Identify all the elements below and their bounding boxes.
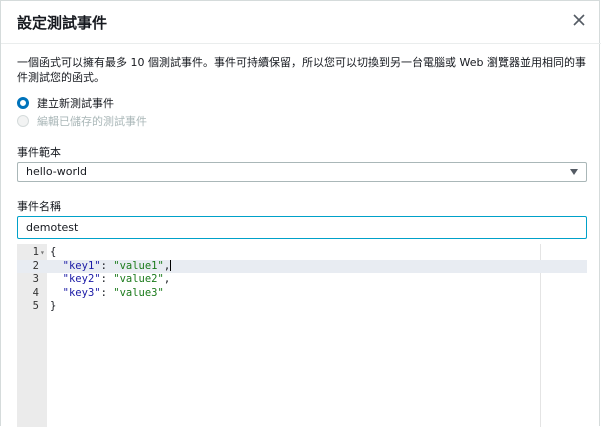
line-number: 5 (32, 300, 39, 312)
code-line[interactable]: 4 "key3": "value3" (17, 287, 587, 300)
code-text: } (50, 300, 57, 312)
line-number: 1 (32, 246, 39, 258)
create-new-event-option[interactable]: 建立新測試事件 (17, 95, 114, 111)
line-number: 2 (32, 259, 39, 272)
code-text: "key2": "value2", (62, 273, 171, 285)
event-template-label: 事件範本 (17, 146, 61, 159)
code-text: "key3": "value3" (62, 286, 164, 299)
dialog-description: 一個函式可以擁有最多 10 個測試事件。事件可持續保留，所以您可以切換到另一台電… (17, 56, 586, 84)
fold-arrow-icon[interactable]: ▾ (40, 246, 45, 259)
event-name-input[interactable] (17, 216, 587, 239)
line-number: 4 (32, 286, 39, 299)
event-name-label: 事件名稱 (17, 200, 61, 213)
code-line[interactable]: 1 ▾ { (17, 246, 587, 259)
code-text: { (50, 246, 57, 258)
edit-saved-event-option: 編輯已儲存的測試事件 (17, 113, 147, 129)
create-new-event-label: 建立新測試事件 (37, 97, 114, 110)
code-text: "key1": "value1", (62, 259, 172, 272)
code-line[interactable]: 3 "key2": "value2", (17, 273, 587, 286)
code-line[interactable]: 5} (17, 300, 587, 313)
close-icon[interactable] (571, 12, 587, 28)
dialog-title: 設定測試事件 (17, 14, 108, 32)
caret-down-icon (570, 169, 578, 175)
edit-saved-event-label: 編輯已儲存的測試事件 (37, 115, 147, 128)
code-line[interactable]: 2 "key1": "value1", (17, 259, 587, 273)
event-template-value: hello-world (26, 165, 88, 178)
radio-selected-icon[interactable] (17, 97, 29, 109)
json-code-editor[interactable]: 1 ▾{2 "key1": "value1", 3 "key2": "value2"… (17, 244, 587, 427)
dialog-header: 設定測試事件 (1, 1, 601, 44)
radio-disabled-icon (17, 115, 29, 127)
event-template-select[interactable]: hello-world (17, 162, 587, 182)
text-cursor (170, 260, 172, 271)
line-number: 3 (32, 273, 39, 285)
configure-test-event-dialog: 設定測試事件 一個函式可以擁有最多 10 個測試事件。事件可持續保留，所以您可以… (0, 0, 601, 427)
